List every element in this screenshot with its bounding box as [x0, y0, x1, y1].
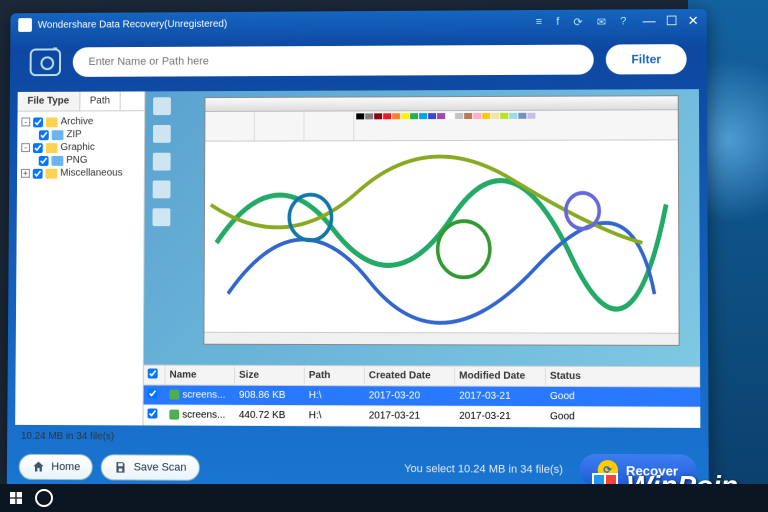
check-archive[interactable]: [33, 117, 43, 127]
col-path[interactable]: Path: [305, 367, 365, 384]
file-table: Name Size Path Created Date Modified Dat…: [143, 365, 700, 429]
maximize-button[interactable]: ☐: [666, 13, 678, 29]
check-graphic[interactable]: [33, 143, 43, 153]
col-created[interactable]: Created Date: [365, 367, 455, 384]
table-row[interactable]: screens... 908.86 KB H:\ 2017-03-20 2017…: [144, 385, 701, 407]
file-icon: [169, 410, 179, 420]
status-bar: 10.24 MB in 34 file(s): [15, 429, 700, 451]
tab-path[interactable]: Path: [80, 92, 121, 111]
tree-node-misc[interactable]: +Miscellaneous: [21, 167, 140, 180]
minimize-button[interactable]: —: [642, 13, 655, 29]
refresh-icon[interactable]: ⟳: [573, 15, 582, 28]
window-title: Wondershare Data Recovery(Unregistered): [38, 16, 536, 30]
camera-icon: [30, 48, 62, 76]
content-panel: ⊞ ☰ ▦ File Type Path -Archive ZIP -Graph…: [15, 89, 700, 428]
col-status[interactable]: Status: [546, 368, 700, 386]
search-bar: Filter: [10, 33, 707, 88]
feedback-icon[interactable]: ✉: [597, 15, 606, 28]
tree-node-zip[interactable]: ZIP: [21, 128, 140, 141]
right-panel: Name Size Path Created Date Modified Dat…: [143, 89, 700, 428]
tab-file-type[interactable]: File Type: [18, 92, 80, 111]
status-summary: 10.24 MB in 34 file(s): [21, 431, 114, 442]
table-header: Name Size Path Created Date Modified Dat…: [144, 366, 700, 388]
home-button[interactable]: Home: [19, 454, 94, 480]
save-scan-button[interactable]: Save Scan: [101, 454, 200, 481]
file-tree: -Archive ZIP -Graphic PNG +Miscellaneous: [17, 111, 144, 184]
row-check[interactable]: [147, 408, 157, 418]
share-icon[interactable]: f: [556, 16, 559, 28]
file-icon: [169, 390, 179, 400]
search-input[interactable]: [73, 45, 594, 77]
home-icon: [32, 460, 46, 474]
filter-button[interactable]: Filter: [606, 44, 687, 74]
menu-icon[interactable]: ≡: [536, 16, 542, 28]
preview-image: [203, 95, 679, 346]
start-button[interactable]: [6, 488, 26, 508]
tree-node-png[interactable]: PNG: [21, 154, 140, 167]
close-button[interactable]: ✕: [688, 13, 699, 29]
check-zip[interactable]: [39, 130, 49, 140]
app-window: Wondershare Data Recovery(Unregistered) …: [7, 9, 709, 493]
tree-node-graphic[interactable]: -Graphic: [21, 141, 140, 154]
row-check[interactable]: [148, 388, 158, 398]
check-misc[interactable]: [33, 168, 43, 178]
preview-pane: [144, 89, 700, 366]
col-size[interactable]: Size: [235, 367, 305, 384]
tree-node-archive[interactable]: -Archive: [21, 115, 140, 128]
check-all[interactable]: [148, 369, 158, 379]
app-icon: [18, 18, 32, 32]
save-icon: [114, 460, 128, 474]
table-row[interactable]: screens... 440.72 KB H:\ 2017-03-21 2017…: [143, 405, 700, 428]
col-name[interactable]: Name: [166, 367, 236, 384]
taskbar: [0, 484, 768, 512]
cortana-button[interactable]: [34, 488, 54, 508]
help-icon[interactable]: ?: [620, 15, 626, 27]
sidebar: File Type Path -Archive ZIP -Graphic PNG…: [15, 91, 145, 425]
selection-text: You select 10.24 MB in 34 file(s): [404, 463, 563, 476]
check-png[interactable]: [39, 155, 49, 165]
col-modified[interactable]: Modified Date: [455, 367, 546, 384]
